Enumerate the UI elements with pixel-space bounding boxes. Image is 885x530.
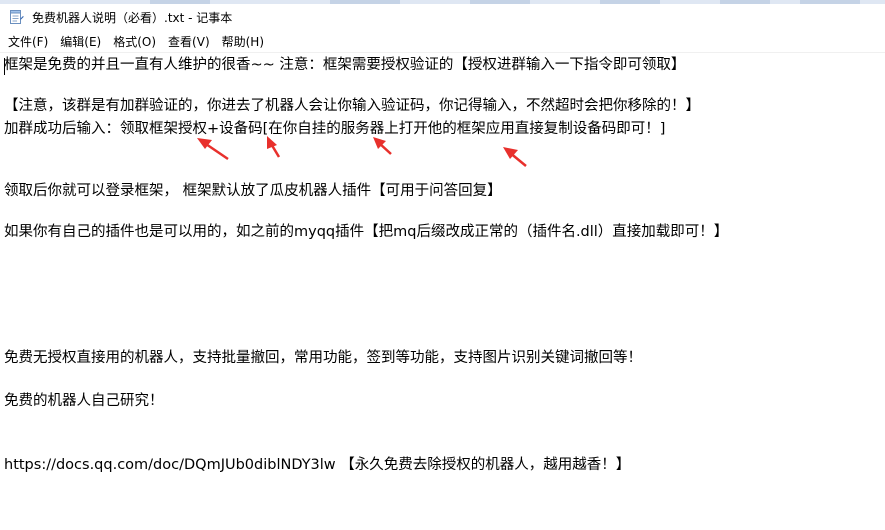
text-line-1: 框架是免费的并且一直有人维护的很香~~ 注意：框架需要授权验证的【授权进群输入一… xyxy=(4,57,686,73)
menu-help[interactable]: 帮助(H) xyxy=(216,32,270,52)
menu-format[interactable]: 格式(O) xyxy=(107,32,162,52)
text-line-3: 加群成功后输入：领取框架授权+设备码[在你自挂的服务器上打开他的框架应用直接复制… xyxy=(4,121,666,137)
menu-view[interactable]: 查看(V) xyxy=(162,32,216,52)
text-line-5: 如果你有自己的插件也是可以用的，如之前的myqq插件【把mq后缀改成正常的（插件… xyxy=(4,224,729,240)
menu-file[interactable]: 文件(F) xyxy=(2,32,54,52)
text-line-7: 免费的机器人自己研究！ xyxy=(4,393,164,409)
menu-edit[interactable]: 编辑(E) xyxy=(54,32,107,52)
text-line-6: 免费无授权直接用的机器人，支持批量撤回，常用功能，签到等功能，支持图片识别关键词… xyxy=(4,350,642,366)
title-bar[interactable]: 免费机器人说明（必看）.txt - 记事本 xyxy=(0,4,885,30)
text-line-4: 领取后你就可以登录框架， 框架默认放了瓜皮机器人插件【可用于问答回复】 xyxy=(4,183,502,199)
menu-bar: 文件(F) 编辑(E) 格式(O) 查看(V) 帮助(H) xyxy=(0,32,885,52)
window-title: 免费机器人说明（必看）.txt - 记事本 xyxy=(32,10,233,25)
notepad-icon xyxy=(8,9,24,25)
text-line-2: 【注意，该群是有加群验证的，你进去了机器人会让你输入验证码，你记得输入，不然超时… xyxy=(4,98,700,114)
text-line-8: https://docs.qq.com/doc/DQmJUb0diblNDY3l… xyxy=(4,457,631,473)
